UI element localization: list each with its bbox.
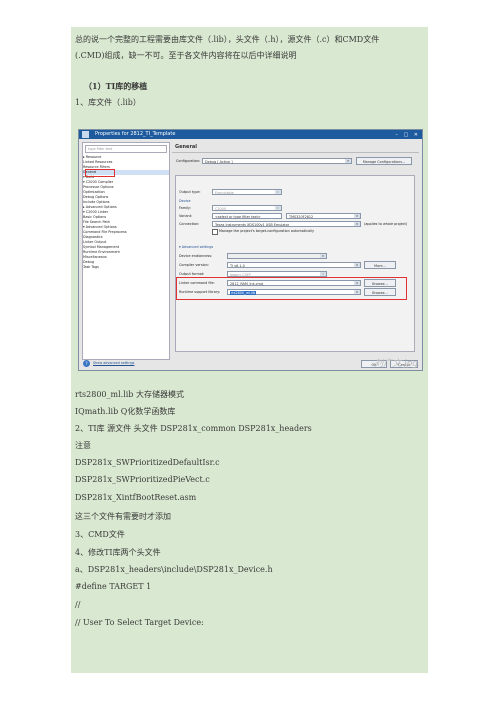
more-button[interactable]: More...	[364, 261, 396, 269]
chevron-down-icon: ▾	[345, 159, 351, 163]
define-target: #define TARGET 1	[75, 582, 152, 591]
item-cmd-file: 3、CMD文件	[75, 530, 125, 539]
comment-line-1: //	[75, 600, 81, 609]
show-advanced-link[interactable]: Show advanced settings	[93, 361, 134, 365]
output-type-value: Executable	[215, 191, 234, 195]
manage-configurations-button[interactable]: Manage Configurations...	[356, 157, 412, 165]
file-xintf-boot: DSP281x_XintfBootReset.asm	[75, 493, 197, 502]
advanced-settings-section[interactable]: ▾ Advanced settings	[179, 245, 213, 249]
connection-label: Connection:	[179, 222, 200, 226]
compiler-version-value: TI v6.1.0	[230, 264, 245, 268]
comment-line-2: // User To Select Target Device:	[75, 618, 204, 627]
item-library-files: 1、库文件（.lib）	[75, 98, 141, 107]
endianness-select[interactable]: ▾	[227, 253, 327, 259]
help-icon[interactable]: ?	[83, 360, 90, 367]
family-select[interactable]: C2000 ▾	[212, 205, 282, 211]
note-label: 注意	[75, 441, 91, 450]
lib-iqmath: IQmath.lib Q化数学函数库	[75, 407, 176, 416]
output-type-label: Output type:	[179, 190, 201, 194]
family-label: Family:	[179, 206, 191, 210]
dialog-footer: ? Show advanced settings OK Cancel 刘广文.j…	[79, 358, 422, 370]
compiler-version-label: Compiler version:	[179, 263, 209, 267]
connection-select[interactable]: Texas Instruments XDS100v1 USB Emulator ▾	[212, 221, 361, 227]
chevron-down-icon: ▾	[354, 263, 360, 267]
tree-item[interactable]: Task Tags	[83, 265, 169, 270]
properties-dialog-screenshot: Properties for 2812_TI_Template – □ ✕ ty…	[78, 129, 423, 371]
window-controls[interactable]: – □ ✕	[395, 131, 420, 140]
heading-ti-library: （1）TI库的移植	[84, 81, 148, 91]
chevron-down-icon: ▾	[275, 190, 281, 194]
variant-device-select[interactable]: TMS320F2812 ▾	[286, 213, 361, 219]
configuration-select[interactable]: Debug [ Active ] ▾	[202, 158, 352, 164]
file-default-isr: DSP281x_SWPrioritizedDefaultIsr.c	[75, 458, 220, 467]
configuration-label: Configuration:	[176, 159, 201, 163]
general-highlight-box	[85, 169, 115, 177]
intro-line-1: 总的说一个完整的工程需要由库文件（.lib），头文件（.h），源文件（.c）和C…	[75, 35, 380, 44]
variant-label: Variant:	[179, 214, 193, 218]
linker-highlight-box	[176, 277, 407, 300]
watermark: 刘广文.jpg	[374, 359, 418, 369]
device-section: Device	[179, 199, 191, 203]
dialog-titlebar: Properties for 2812_TI_Template – □ ✕	[79, 130, 422, 139]
output-format-label: Output format:	[179, 272, 205, 276]
intro-line-2: (.CMD)组成，缺一不可。至于各文件内容将在以后中详细说明	[75, 51, 297, 60]
lib-rts2800: rts2800_ml.lib 大存储器模式	[75, 390, 184, 399]
chevron-down-icon: ▾	[354, 222, 360, 226]
file-note: 这三个文件有需要时才添加	[75, 512, 171, 521]
configuration-value: Debug [ Active ]	[205, 160, 233, 164]
variant-filter-input[interactable]: <select or type filter text>	[212, 213, 282, 219]
settings-pane: General Configuration: Debug [ Active ] ▾…	[172, 142, 419, 358]
manage-target-label: Manage the project's target-configuratio…	[219, 229, 314, 233]
item-modify-headers: 4、修改TI库两个头文件	[75, 548, 161, 557]
applies-note: (applies to whole project)	[364, 222, 408, 226]
header-path-a: a、DSP281x_headers\include\DSP281x_Device…	[75, 565, 273, 574]
chevron-down-icon: ▾	[275, 206, 281, 210]
compiler-version-select[interactable]: TI v6.1.0 ▾	[227, 262, 361, 268]
chevron-down-icon: ▾	[354, 214, 360, 218]
filter-input[interactable]: type filter text	[85, 145, 167, 153]
connection-value: Texas Instruments XDS100v1 USB Emulator	[215, 223, 290, 227]
variant-device-value: TMS320F2812	[289, 215, 314, 219]
chevron-down-icon: ▾	[320, 254, 326, 258]
chevron-down-icon: ▾	[320, 272, 326, 276]
dialog-title: Properties for 2812_TI_Template	[95, 131, 176, 137]
item-ti-source-header: 2、TI库 源文件 头文件 DSP281x_common DSP281x_hea…	[75, 424, 312, 433]
pane-header: General	[172, 142, 419, 153]
family-value: C2000	[215, 207, 226, 211]
manage-target-checkbox[interactable]	[212, 229, 218, 235]
endianness-label: Device endianness:	[179, 254, 213, 258]
window-icon	[82, 131, 89, 138]
file-pie-vect: DSP281x_SWPrioritizedPieVect.c	[75, 475, 210, 484]
output-type-select[interactable]: Executable ▾	[212, 189, 282, 195]
